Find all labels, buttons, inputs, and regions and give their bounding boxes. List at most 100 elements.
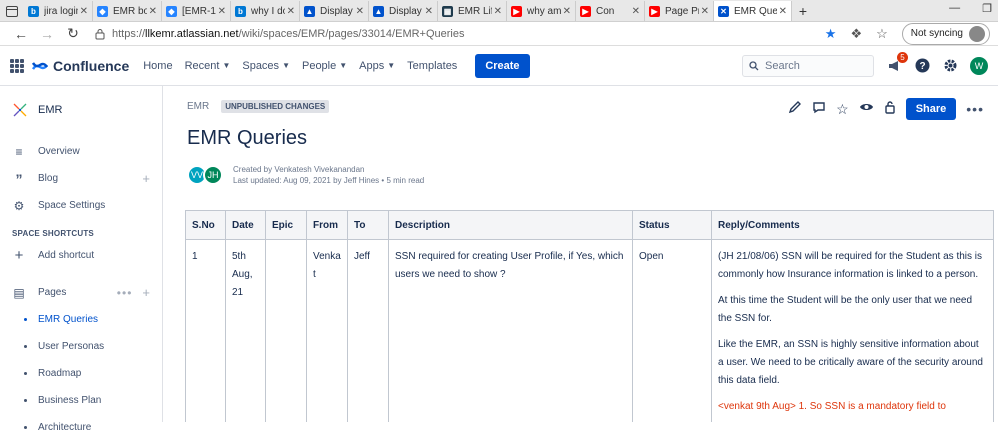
- new-tab-button[interactable]: +: [792, 1, 814, 21]
- close-icon[interactable]: ✕: [632, 6, 640, 17]
- nav-home[interactable]: Home: [143, 60, 172, 72]
- help-button[interactable]: ?: [914, 58, 930, 74]
- restore-icon[interactable]: ❐: [982, 2, 992, 15]
- more-actions-icon[interactable]: •••: [966, 101, 984, 117]
- settings-button[interactable]: [942, 58, 958, 74]
- sidebar-item-blog[interactable]: ” Blog +: [0, 165, 162, 192]
- sync-button[interactable]: Not syncing: [901, 22, 990, 45]
- favorite-star-icon[interactable]: ★: [825, 26, 837, 42]
- jira-icon: ◆: [166, 5, 177, 17]
- close-icon[interactable]: ✕: [356, 6, 364, 17]
- bullet-icon: [24, 372, 27, 375]
- sidebar-item-overview[interactable]: ≡ Overview: [0, 138, 162, 165]
- nav-recent[interactable]: Recent ▼: [185, 60, 231, 72]
- url-field[interactable]: https://llkemr.atlassian.net/wiki/spaces…: [94, 28, 825, 40]
- close-icon[interactable]: ✕: [779, 6, 787, 17]
- comment-icon[interactable]: [812, 100, 826, 119]
- nav-apps[interactable]: Apps ▼: [359, 60, 395, 72]
- column-header: Description: [388, 210, 633, 240]
- search-input[interactable]: Search: [742, 54, 874, 77]
- last-updated[interactable]: Last updated: Aug 09, 2021 by Jeff Hines: [233, 176, 379, 185]
- avatar[interactable]: JH: [203, 165, 223, 185]
- close-icon[interactable]: ✕: [494, 6, 502, 17]
- url-host: llkemr.atlassian.net: [145, 27, 239, 40]
- lock-icon: [95, 28, 105, 39]
- browser-tab[interactable]: ◆ EMR boa✕: [93, 1, 162, 21]
- add-page-icon[interactable]: +: [142, 285, 150, 300]
- status-badge: UNPUBLISHED CHANGES: [221, 100, 330, 113]
- browser-tab[interactable]: ▦ EMR Lifel✕: [438, 1, 507, 21]
- page-tree-label: EMR Queries: [38, 314, 99, 325]
- cell-date-line: 5th: [232, 251, 246, 262]
- share-button[interactable]: Share: [905, 98, 957, 120]
- sidebar-item-space-settings[interactable]: ⚙ Space Settings: [0, 192, 162, 219]
- app-switcher-icon[interactable]: [10, 58, 24, 73]
- contributor-avatars[interactable]: VV JH: [187, 165, 223, 185]
- page-tree-item[interactable]: Business Plan: [0, 387, 162, 414]
- close-icon[interactable]: ✕: [149, 6, 157, 17]
- close-icon[interactable]: ✕: [287, 6, 295, 17]
- cell-date-line: 21: [232, 287, 244, 298]
- tab-title: jira login: [44, 5, 78, 17]
- star-icon[interactable]: ☆: [836, 101, 849, 118]
- browser-tab[interactable]: ✕ EMR Que ✕: [714, 1, 792, 21]
- page-tree-item[interactable]: Architecture: [0, 414, 162, 441]
- favorites-icon[interactable]: ☆: [876, 26, 888, 42]
- browser-tab[interactable]: b jira login ✕: [24, 1, 93, 21]
- sidebar-item-pages[interactable]: ▤ Pages ••• +: [0, 279, 162, 306]
- nav-spaces[interactable]: Spaces ▼: [242, 60, 290, 72]
- confluence-logo[interactable]: Confluence: [32, 58, 129, 74]
- forward-icon[interactable]: →: [34, 26, 60, 42]
- close-icon[interactable]: ✕: [218, 6, 226, 17]
- breadcrumb[interactable]: EMR: [187, 101, 209, 112]
- browser-tab[interactable]: ▶ Page Pro✕: [645, 1, 714, 21]
- browser-tab[interactable]: ▲ Display c✕: [369, 1, 438, 21]
- column-header: S.No: [185, 210, 226, 240]
- browser-tab[interactable]: ▶ Con ✕: [576, 1, 645, 21]
- page-tree-item[interactable]: Roadmap: [0, 360, 162, 387]
- product-name: Confluence: [53, 57, 130, 74]
- table-row: 1 5th Aug, 21 Venka t Jeff SSN required …: [185, 239, 994, 422]
- close-icon[interactable]: ✕: [701, 6, 709, 17]
- browser-tab[interactable]: b why I do ✕: [231, 1, 300, 21]
- read-time: 5 min read: [386, 176, 425, 185]
- add-blog-icon[interactable]: +: [142, 171, 150, 186]
- nav-templates[interactable]: Templates: [407, 60, 457, 72]
- refresh-icon[interactable]: ↻: [60, 25, 86, 42]
- page-tree-item[interactable]: EMR Queries: [0, 306, 162, 333]
- browser-tab[interactable]: ▲ Display c✕: [300, 1, 369, 21]
- nav-people[interactable]: People ▼: [302, 60, 347, 72]
- cell-date: 5th Aug, 21: [225, 239, 266, 422]
- collections-icon[interactable]: ❖: [850, 26, 862, 42]
- app-icon: ▦: [442, 5, 453, 17]
- restrictions-lock-icon[interactable]: [884, 100, 896, 119]
- edit-icon[interactable]: [788, 100, 802, 119]
- profile-avatar[interactable]: W: [970, 56, 988, 75]
- browser-tab[interactable]: ◆ [EMR-16✕: [162, 1, 231, 21]
- help-icon: ?: [915, 58, 929, 73]
- nav-templates-label: Templates: [407, 59, 458, 72]
- bing-icon: b: [235, 5, 246, 17]
- tab-actions-icon[interactable]: [0, 1, 24, 21]
- create-button[interactable]: Create: [475, 53, 530, 78]
- page-content: EMR UNPUBLISHED CHANGES ☆ Share ••• EMR …: [163, 86, 998, 422]
- close-icon[interactable]: ✕: [80, 6, 88, 17]
- created-by[interactable]: Created by Venkatesh Vivekanandan: [233, 164, 424, 175]
- watch-eye-icon[interactable]: [859, 100, 874, 118]
- add-shortcut-button[interactable]: + Add shortcut: [0, 242, 162, 269]
- close-icon[interactable]: ✕: [425, 6, 433, 17]
- reply-paragraph: <venkat 9th Aug> 1. So SSN is a mandator…: [718, 401, 946, 412]
- cell-from: Venka t: [306, 239, 348, 422]
- column-header: To: [347, 210, 389, 240]
- cell-description: SSN required for creating User Profile, …: [388, 239, 633, 422]
- browser-tab[interactable]: ▶ why am i✕: [507, 1, 576, 21]
- more-actions-icon[interactable]: •••: [117, 286, 133, 300]
- page-tree-label: Architecture: [38, 422, 92, 433]
- page-tree-item[interactable]: User Personas: [0, 333, 162, 360]
- notifications-button[interactable]: 5: [886, 51, 908, 74]
- close-icon[interactable]: ✕: [563, 6, 571, 17]
- chevron-down-icon: ▼: [387, 61, 396, 70]
- minimize-icon[interactable]: —: [949, 2, 960, 15]
- back-icon[interactable]: ←: [8, 26, 34, 42]
- space-header[interactable]: EMR: [0, 102, 162, 118]
